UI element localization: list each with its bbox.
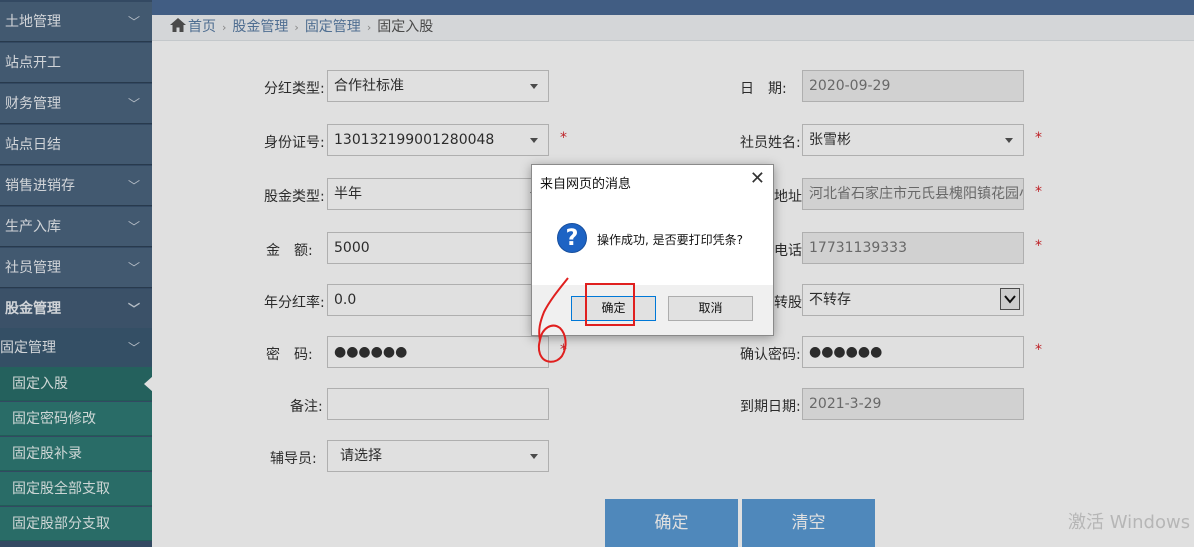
question-icon: ? <box>557 223 587 253</box>
annotation-pen-stroke <box>537 277 569 363</box>
close-icon[interactable]: ✕ <box>750 169 765 189</box>
dialog-message: 操作成功, 是否要打印凭条? <box>597 233 743 247</box>
dialog-cancel-button[interactable]: 取消 <box>668 296 753 321</box>
dialog-title: 来自网页的消息 <box>540 177 632 192</box>
annotation-highlight-box <box>585 283 635 326</box>
